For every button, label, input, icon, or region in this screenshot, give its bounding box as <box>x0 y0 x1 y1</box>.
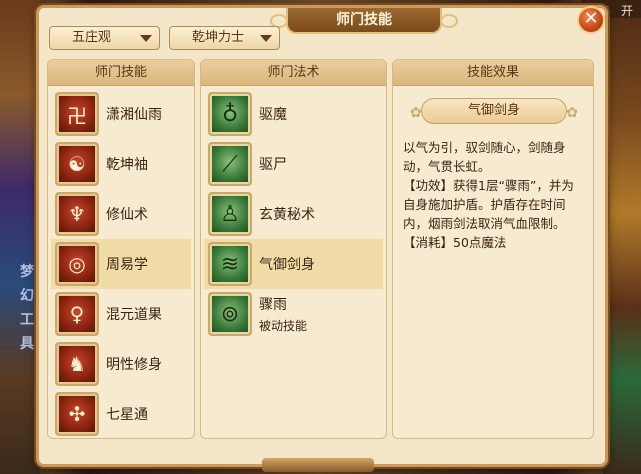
school-skills-header: 师门技能 <box>48 60 194 86</box>
spell-label: 玄黄秘术 <box>259 207 315 223</box>
skill-row[interactable]: ✣ 七星通 <box>51 389 191 438</box>
immortal-figure-icon: ♆ <box>55 192 99 236</box>
skill-label: 修仙术 <box>106 207 148 223</box>
meditation-icon: ♙ <box>208 192 252 236</box>
spell-row[interactable]: ⊚ 骤雨被动技能 <box>204 289 383 339</box>
school-skills-panel: 师门技能 卍潇湘仙雨 ☯ 乾坤袖 ♆ 修仙术 ◎ 周易学 ♀ 混元道果 ♞ 明性修身 ✣ 七星通 <box>47 59 195 439</box>
rank-dropdown[interactable]: 乾坤力士 <box>169 26 280 50</box>
spell-label: 驱尸 <box>259 157 287 173</box>
effect-description: 以气为引，驭剑随心，剑随身动，气贯长虹。 <box>403 140 566 174</box>
sleeve-swirl-icon: ☯ <box>55 142 99 186</box>
chevron-down-icon <box>260 35 272 42</box>
rank-dropdown-value: 乾坤力士 <box>192 30 245 45</box>
skill-effect-header: 技能效果 <box>393 60 593 86</box>
skill-label: 潇湘仙雨 <box>106 107 162 123</box>
chevron-down-icon <box>140 35 152 42</box>
background-scene-right <box>603 0 641 474</box>
spell-row[interactable]: ≋ 气御剑身 <box>204 239 383 289</box>
school-dropdown-value: 五庄观 <box>72 30 112 45</box>
effect-skill-name: 气御剑身 <box>410 98 578 125</box>
rain-target-icon: ⊚ <box>208 292 252 336</box>
school-spells-panel: 师门法术 ♁ 驱魔 ⟋ 驱尸 ♙ 玄黄秘术 ≋ 气御剑身 ⊚ 骤雨被动技能 <box>200 59 387 439</box>
spell-passive-tag: 被动技能 <box>259 319 308 333</box>
skill-label: 明性修身 <box>106 357 162 373</box>
skill-row[interactable]: ♀ 混元道果 <box>51 289 191 339</box>
skill-row[interactable]: ◎ 周易学 <box>51 239 191 289</box>
spell-label: 驱魔 <box>259 107 287 123</box>
skill-row[interactable]: ☯ 乾坤袖 <box>51 139 191 189</box>
spell-row[interactable]: ♁ 驱魔 <box>204 89 383 139</box>
seven-stars-icon: ✣ <box>55 392 99 436</box>
skill-row[interactable]: ♆ 修仙术 <box>51 189 191 239</box>
close-icon: ✕ <box>583 8 599 29</box>
spell-label: 骤雨 <box>259 297 287 313</box>
effect-description-block: 以气为引，驭剑随心，剑随身动，气贯长虹。 【功效】获得1层“骤雨”，并为自身施加… <box>403 138 585 252</box>
skill-row[interactable]: ♞ 明性修身 <box>51 339 191 389</box>
yijing-circle-icon: ◎ <box>55 242 99 286</box>
skill-label: 乾坤袖 <box>106 157 148 173</box>
scroll-rune-icon: 卍 <box>55 92 99 136</box>
dialog-title: 师门技能 <box>270 8 458 34</box>
skill-label: 周易学 <box>106 257 148 273</box>
skill-row[interactable]: 卍潇湘仙雨 <box>51 89 191 139</box>
bottom-decoration <box>262 458 374 472</box>
dao-fruit-icon: ♀ <box>55 292 99 336</box>
effect-cost: 【消耗】50点魔法 <box>403 235 507 250</box>
skill-label: 七星通 <box>106 407 148 423</box>
close-button[interactable]: ✕ <box>577 6 605 34</box>
spell-row[interactable]: ⟋ 驱尸 <box>204 139 383 189</box>
gourd-icon: ♁ <box>208 92 252 136</box>
school-dropdown[interactable]: 五庄观 <box>49 26 160 50</box>
background-scene-left: 梦 幻 工 具 <box>0 0 40 474</box>
spell-row[interactable]: ♙ 玄黄秘术 <box>204 189 383 239</box>
skill-effect-panel: 技能效果 气御剑身 以气为引，驭剑随心，剑随身动，气贯长虹。 【功效】获得1层“… <box>392 59 594 439</box>
effect-function: 【功效】获得1层“骤雨”，并为自身施加护盾。护盾存在时间内，烟雨剑法取消气血限制… <box>403 178 574 231</box>
school-spells-header: 师门法术 <box>201 60 386 86</box>
seated-sage-icon: ♞ <box>55 342 99 386</box>
sickle-icon: ⟋ <box>208 142 252 186</box>
sword-wind-icon: ≋ <box>208 242 252 286</box>
skill-label: 混元道果 <box>106 307 162 323</box>
spell-label: 气御剑身 <box>259 257 315 273</box>
